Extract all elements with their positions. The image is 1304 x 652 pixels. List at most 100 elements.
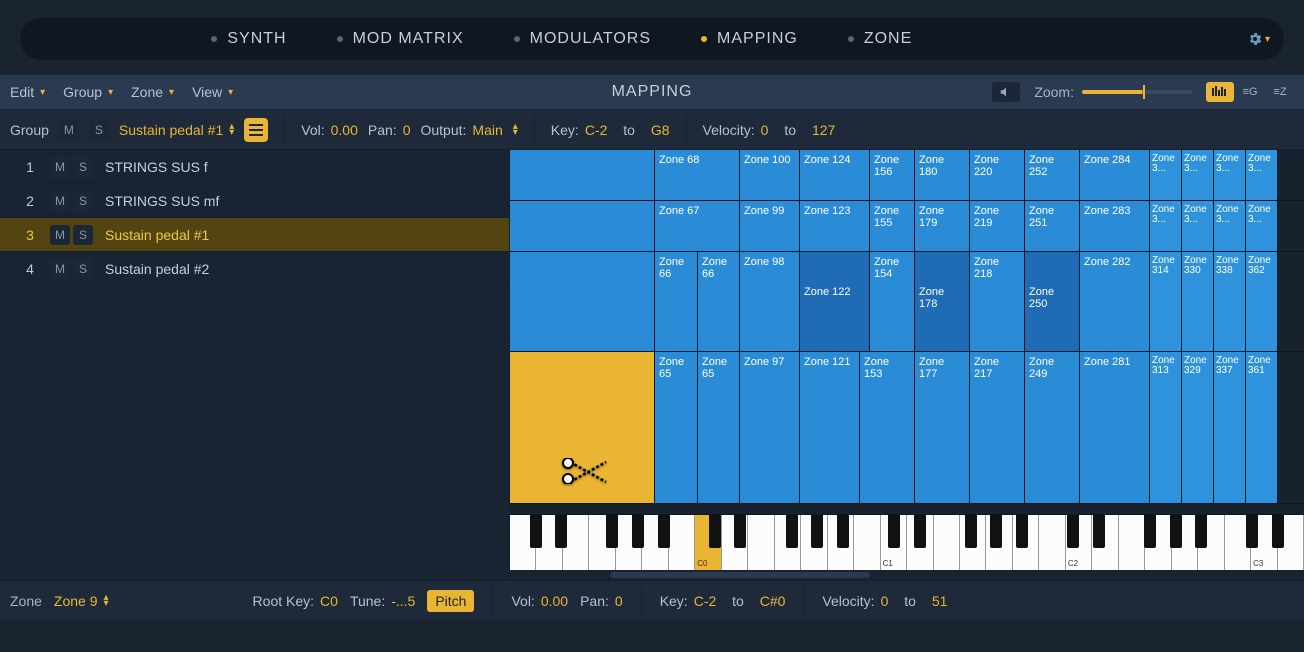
list-item[interactable]: 1 MS STRINGS SUS f	[0, 150, 509, 184]
piano-keyboard[interactable]: C0C1C2C3	[510, 514, 1304, 570]
zone-cell[interactable]: Zone 219	[970, 201, 1025, 251]
solo-button[interactable]: S	[73, 191, 93, 211]
zone-cell[interactable]: Zone 3...	[1214, 201, 1246, 251]
zone-cell[interactable]: Zone 282	[1080, 252, 1150, 351]
zone-cell[interactable]: Zone 99	[740, 201, 800, 251]
menu-zone[interactable]: Zone▾	[131, 84, 174, 100]
zone-cell[interactable]: Zone 217	[970, 352, 1025, 503]
zone-cell[interactable]: Zone 3...	[1246, 150, 1278, 200]
zone-cell[interactable]: Zone 362	[1246, 252, 1278, 351]
zone-tune[interactable]: Tune:-...5	[350, 593, 415, 609]
zone-root-key[interactable]: Root Key:C0	[253, 593, 338, 609]
zone-cell[interactable]: Zone 124	[800, 150, 870, 200]
mute-button[interactable]: M	[50, 191, 70, 211]
black-key[interactable]	[1272, 515, 1284, 548]
black-key[interactable]	[914, 515, 926, 548]
white-key[interactable]	[748, 515, 774, 570]
white-key[interactable]	[1039, 515, 1065, 570]
group-key-range[interactable]: Key:C-2 to G8	[551, 122, 670, 138]
zone-cell[interactable]: Zone 338	[1214, 252, 1246, 351]
zone-cell[interactable]: Zone 67	[655, 201, 740, 251]
tab-zone[interactable]: ZONE	[848, 30, 912, 48]
zone-cell[interactable]: Zone 329	[1182, 352, 1214, 503]
tab-modulators[interactable]: MODULATORS	[514, 30, 651, 48]
zone-pan[interactable]: Pan:0	[580, 593, 623, 609]
zone-vol[interactable]: Vol:0.00	[511, 593, 568, 609]
view-mode-group[interactable]: ≡G	[1236, 82, 1264, 102]
view-mode-zones[interactable]	[1206, 82, 1234, 102]
list-item[interactable]: 2 MS STRINGS SUS mf	[0, 184, 509, 218]
menu-group[interactable]: Group▾	[63, 84, 113, 100]
black-key[interactable]	[606, 515, 618, 548]
scrollbar-thumb[interactable]	[610, 572, 870, 578]
list-item[interactable]: 3 MS Sustain pedal #1	[0, 218, 509, 252]
horizontal-scrollbar[interactable]	[510, 570, 1304, 580]
zone-cell[interactable]: Zone 251	[1025, 201, 1080, 251]
group-mute[interactable]: M	[59, 120, 79, 140]
tab-mapping[interactable]: MAPPING	[701, 30, 798, 48]
black-key[interactable]	[1170, 515, 1182, 548]
group-solo[interactable]: S	[89, 120, 109, 140]
black-key[interactable]	[786, 515, 798, 548]
group-output[interactable]: Output:Main▴▾	[420, 122, 517, 138]
menu-edit[interactable]: Edit▾	[10, 84, 45, 100]
tab-mod-matrix[interactable]: MOD MATRIX	[337, 30, 464, 48]
zone-cell[interactable]: Zone 250	[1025, 252, 1080, 351]
zone-cell[interactable]: Zone 283	[1080, 201, 1150, 251]
black-key[interactable]	[555, 515, 567, 548]
zone-cell[interactable]: Zone 100	[740, 150, 800, 200]
zone-cell[interactable]: Zone 98	[740, 252, 800, 351]
zone-cell[interactable]: Zone 3...	[1182, 201, 1214, 251]
black-key[interactable]	[1067, 515, 1079, 548]
solo-button[interactable]: S	[73, 259, 93, 279]
zone-cell[interactable]: Zone 65	[655, 352, 698, 503]
zone-cell[interactable]: Zone 330	[1182, 252, 1214, 351]
zone-cell[interactable]: Zone 66	[698, 252, 740, 351]
zone-cell[interactable]: Zone 313	[1150, 352, 1182, 503]
zone-cell[interactable]: Zone 66	[655, 252, 698, 351]
group-vel-range[interactable]: Velocity:0 to 127	[703, 122, 836, 138]
zone-cell[interactable]: Zone 337	[1214, 352, 1246, 503]
zone-cell[interactable]: Zone 154	[870, 252, 915, 351]
zone-cell[interactable]	[510, 201, 655, 251]
black-key[interactable]	[1246, 515, 1258, 548]
zone-cell[interactable]: Zone 284	[1080, 150, 1150, 200]
zone-cell[interactable]: Zone 68	[655, 150, 740, 200]
black-key[interactable]	[632, 515, 644, 548]
pitch-toggle[interactable]: Pitch	[427, 590, 474, 612]
zone-cell[interactable]: Zone 3...	[1150, 150, 1182, 200]
group-list-toggle[interactable]	[244, 118, 268, 142]
black-key[interactable]	[1195, 515, 1207, 548]
zone-cell[interactable]: Zone 3...	[1150, 201, 1182, 251]
zone-cell[interactable]: Zone 153	[860, 352, 915, 503]
zone-cell[interactable]: Zone 281	[1080, 352, 1150, 503]
black-key[interactable]	[965, 515, 977, 548]
black-key[interactable]	[1144, 515, 1156, 548]
menu-view[interactable]: View▾	[192, 84, 233, 100]
zone-cell[interactable]: Zone 156	[870, 150, 915, 200]
zone-cell[interactable]: Zone 177	[915, 352, 970, 503]
zone-cell[interactable]: Zone 121	[800, 352, 860, 503]
group-vol[interactable]: Vol:0.00	[301, 122, 358, 138]
zone-cell[interactable]: Zone 252	[1025, 150, 1080, 200]
zone-cell[interactable]: Zone 97	[740, 352, 800, 503]
black-key[interactable]	[1016, 515, 1028, 548]
mute-button[interactable]: M	[50, 259, 70, 279]
white-key[interactable]	[669, 515, 695, 570]
zone-cell[interactable]: Zone 123	[800, 201, 870, 251]
zone-selector[interactable]: Zone 9 ▴▾	[54, 593, 109, 609]
mute-button[interactable]: M	[50, 157, 70, 177]
tab-synth[interactable]: SYNTH	[211, 30, 286, 48]
white-key[interactable]	[1119, 515, 1145, 570]
list-item[interactable]: 4 MS Sustain pedal #2	[0, 252, 509, 286]
zone-cell[interactable]: Zone 314	[1150, 252, 1182, 351]
zone-cell-selected[interactable]	[510, 352, 655, 503]
black-key[interactable]	[990, 515, 1002, 548]
black-key[interactable]	[837, 515, 849, 548]
group-selector[interactable]: Sustain pedal #1 ▴▾	[119, 122, 234, 138]
zone-cell[interactable]	[510, 150, 655, 200]
zone-cell[interactable]: Zone 218	[970, 252, 1025, 351]
zone-cell[interactable]: Zone 155	[870, 201, 915, 251]
solo-button[interactable]: S	[73, 225, 93, 245]
solo-button[interactable]: S	[73, 157, 93, 177]
